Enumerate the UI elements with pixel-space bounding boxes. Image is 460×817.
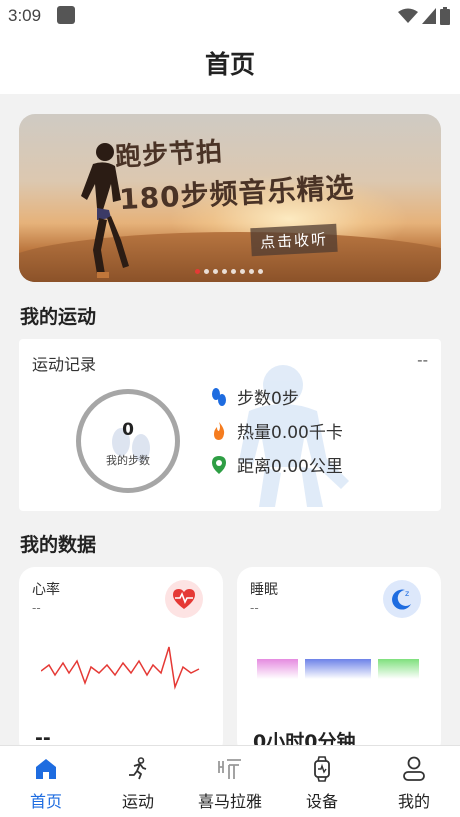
ximalaya-icon xyxy=(217,756,243,782)
heart-rate-waveform xyxy=(41,646,200,690)
banner-pagination xyxy=(195,269,263,274)
notification-app-icon xyxy=(57,6,75,24)
banner-dot[interactable] xyxy=(240,269,245,274)
banner-dot[interactable] xyxy=(195,269,200,274)
status-time: 3:09 xyxy=(8,6,42,25)
watch-icon xyxy=(309,756,335,782)
heart-pulse-icon xyxy=(173,589,195,609)
sleep-bar-light xyxy=(378,659,419,679)
banner-dot[interactable] xyxy=(249,269,254,274)
app-header: 首页 xyxy=(0,32,460,94)
banner-listen-button[interactable]: 点击收听 xyxy=(250,223,338,257)
bottom-tab-bar: 首页 运动 喜马拉雅 设备 我的 xyxy=(0,745,460,817)
moon-icon: z xyxy=(392,589,411,610)
sleep-badge: z xyxy=(383,580,421,618)
heart-rate-card[interactable]: 心率 -- -- xyxy=(19,567,223,757)
sleep-card[interactable]: 睡眠 -- z 0小时0分钟 xyxy=(237,567,441,757)
location-pin-icon xyxy=(209,455,229,475)
heart-rate-badge xyxy=(165,580,203,618)
sleep-bar-awake xyxy=(257,659,298,679)
tab-mine[interactable]: 我的 xyxy=(368,746,460,817)
section-title-my-sport: 我的运动 xyxy=(20,306,97,328)
person-icon xyxy=(401,756,427,782)
banner-dot[interactable] xyxy=(213,269,218,274)
steps-progress-ring: 0 我的步数 xyxy=(76,389,180,493)
banner-dot[interactable] xyxy=(204,269,209,274)
stat-steps-text: 步数0步 xyxy=(237,389,299,409)
tab-device-label: 设备 xyxy=(305,792,338,811)
steps-caption: 我的步数 xyxy=(106,454,150,467)
sleep-label: 睡眠 xyxy=(250,582,278,598)
sleep-bar-deep xyxy=(305,659,371,679)
tab-sport-label: 运动 xyxy=(121,792,154,811)
sport-record-card[interactable]: 运动记录 -- 0 我的步数 步数0步 热量0.00千卡 距离0.00公里 xyxy=(19,339,441,511)
tab-ximalaya[interactable]: 喜马拉雅 xyxy=(184,746,276,817)
tab-home-label: 首页 xyxy=(29,792,62,811)
tab-sport[interactable]: 运动 xyxy=(92,746,184,817)
banner-dot[interactable] xyxy=(222,269,227,274)
tab-ximalaya-label: 喜马拉雅 xyxy=(197,792,262,811)
stat-distance-text: 距离0.00公里 xyxy=(237,457,343,477)
runner-icon xyxy=(125,756,151,782)
steps-value: 0 xyxy=(122,420,134,440)
stat-calories-text: 热量0.00千卡 xyxy=(237,423,343,443)
wifi-icon xyxy=(398,8,418,23)
banner-dot[interactable] xyxy=(258,269,263,274)
footprint-icon xyxy=(209,387,229,407)
tab-mine-label: 我的 xyxy=(397,792,430,811)
banner-dot[interactable] xyxy=(231,269,236,274)
banner-headline: 跑步节拍 xyxy=(114,137,224,173)
stat-steps: 步数0步 xyxy=(209,384,299,409)
status-icons xyxy=(398,6,450,26)
stat-distance: 距离0.00公里 xyxy=(209,452,343,477)
promo-banner[interactable]: 跑步节拍 180步频音乐精选 点击收听 xyxy=(19,114,441,282)
page-title: 首页 xyxy=(204,50,255,79)
home-icon xyxy=(33,756,59,782)
battery-icon xyxy=(440,7,450,25)
heart-rate-sub: -- xyxy=(32,601,41,615)
status-bar: 3:09 xyxy=(0,0,460,32)
sport-record-label: 运动记录 xyxy=(32,355,97,374)
flame-icon xyxy=(209,421,229,441)
section-title-my-data: 我的数据 xyxy=(20,534,97,556)
sleep-sub: -- xyxy=(250,601,259,615)
svg-text:z: z xyxy=(405,589,409,598)
sport-record-date: -- xyxy=(417,351,428,369)
tab-home[interactable]: 首页 xyxy=(0,746,92,817)
stat-calories: 热量0.00千卡 xyxy=(209,418,343,443)
tab-device[interactable]: 设备 xyxy=(276,746,368,817)
cellular-signal-icon xyxy=(422,8,436,24)
heart-rate-label: 心率 xyxy=(32,582,60,598)
